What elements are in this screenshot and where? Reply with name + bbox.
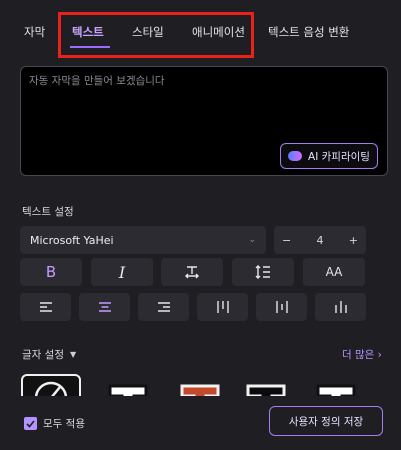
more-presets-label: 더 많은 [342,349,375,361]
letter-spacing-button[interactable] [161,258,223,286]
ai-copywriting-button[interactable]: AI 카피라이팅 [280,143,378,169]
footer-bar: 모두 적용 사용자 정의 저장 [0,396,401,450]
align-left-icon [39,302,52,312]
apply-all-checkbox[interactable] [24,417,37,430]
font-family-value: Microsoft YaHei [30,233,114,247]
decrease-size-button[interactable]: − [282,234,291,247]
align-middle-icon [275,301,288,313]
align-bottom-button[interactable] [315,293,366,321]
align-middle-button[interactable] [256,293,307,321]
caption-settings-dropdown[interactable]: 글자 설정 ▼ [22,347,76,362]
chevron-right-icon: › [377,349,382,361]
letter-spacing-icon [185,266,199,279]
checkmark-icon [26,419,35,428]
italic-button[interactable]: I [91,258,153,286]
caret-down-icon: ▼ [69,350,77,359]
line-spacing-icon [255,265,270,279]
font-family-select[interactable]: Microsoft YaHei ⌄ [20,226,266,254]
increase-size-button[interactable]: + [349,234,358,247]
caption-settings-label: 글자 설정 [22,349,64,361]
bold-icon: B [45,263,57,281]
tab-bar: 자막 텍스트 스타일 애니메이션 텍스트 음성 변환 [0,0,401,62]
align-right-button[interactable] [138,293,189,321]
align-left-button[interactable] [20,293,71,321]
save-custom-button[interactable]: 사용자 정의 저장 [269,406,383,436]
align-top-icon [216,301,229,313]
font-size-value: 4 [316,233,324,247]
ai-sparkle-icon [288,151,303,161]
align-center-button[interactable] [79,293,130,321]
text-settings-heading: 텍스트 설정 [22,206,74,218]
align-bottom-icon [334,301,347,313]
uppercase-button[interactable]: AA [303,258,365,286]
apply-all-label: 모두 적용 [43,418,85,430]
bold-button[interactable]: B [20,258,82,286]
chevron-down-icon: ⌄ [248,235,256,245]
more-presets-link[interactable]: 더 많은 › [342,347,382,362]
italic-icon: I [118,262,126,282]
tab-text-to-speech[interactable]: 텍스트 음성 변환 [268,24,349,40]
align-top-button[interactable] [197,293,248,321]
ai-copywriting-label: AI 카피라이팅 [308,150,370,163]
highlight-annotation-box [58,12,254,58]
align-center-icon [98,302,111,312]
uppercase-icon: AA [325,265,343,279]
font-size-stepper[interactable]: − 4 + [274,226,366,254]
text-input-placeholder: 자동 자막을 만들어 보겠습니다 [29,75,165,87]
line-spacing-button[interactable] [232,258,294,286]
align-right-icon [157,302,170,312]
tab-subtitles[interactable]: 자막 [24,24,45,40]
